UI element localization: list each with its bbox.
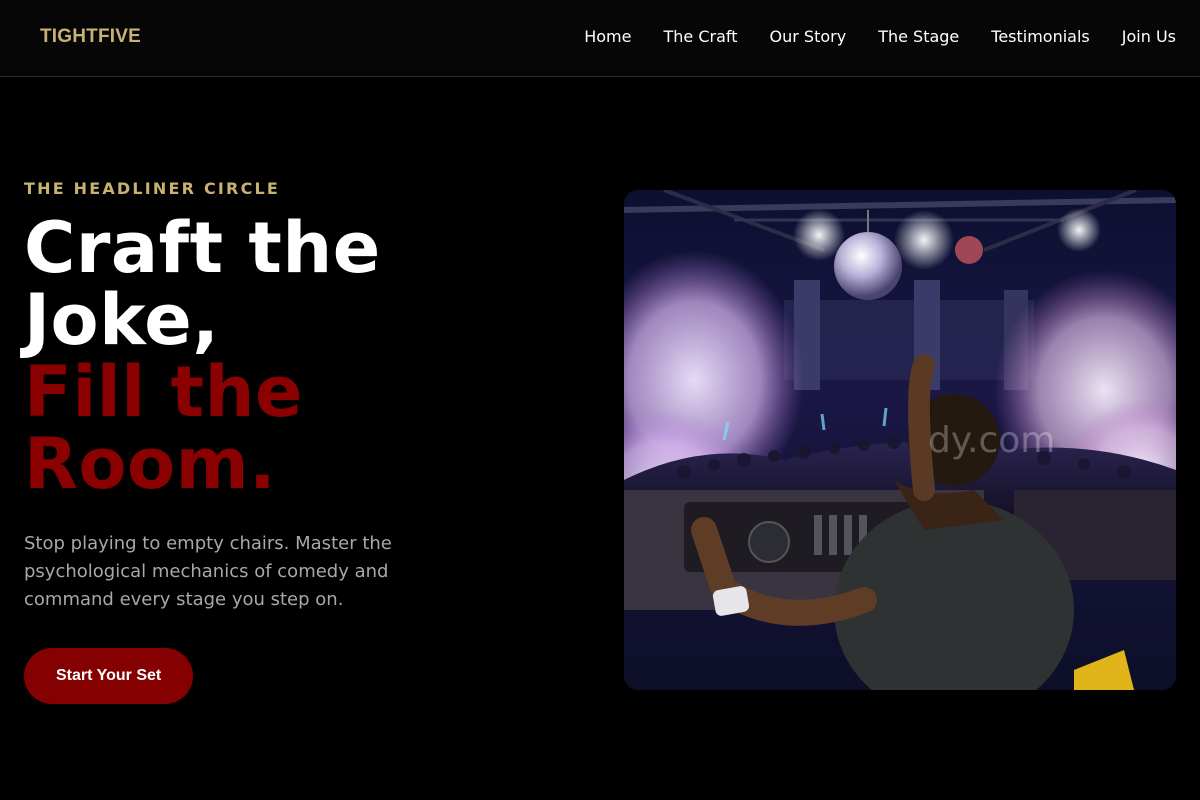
hero-eyebrow: THE HEADLINER CIRCLE — [24, 179, 281, 198]
nav-link-the-stage[interactable]: The Stage — [878, 27, 959, 47]
nav-link-home[interactable]: Home — [584, 27, 631, 47]
hero-headline: Craft the Joke, Fill the Room. — [24, 212, 544, 500]
brand-logo[interactable]: TIGHTFIVE — [40, 26, 141, 48]
hero-club-photo: dy.com — [624, 190, 1176, 690]
image-watermark: dy.com — [928, 420, 1055, 461]
headline-line-1: Craft the — [24, 207, 381, 289]
top-navbar: TIGHTFIVE Home The Craft Our Story The S… — [0, 0, 1200, 77]
stage-light — [894, 210, 954, 270]
nav-link-our-story[interactable]: Our Story — [770, 27, 847, 47]
nav-link-the-craft[interactable]: The Craft — [663, 27, 737, 47]
headline-line-2: Joke, — [24, 279, 220, 361]
hero-text-section: THE HEADLINER CIRCLE Craft the Joke, Fil… — [24, 178, 544, 704]
disco-ball — [834, 232, 902, 300]
nav-link-testimonials[interactable]: Testimonials — [991, 27, 1090, 47]
club-photo-illustration: dy.com — [624, 190, 1176, 690]
headline-line-3: Fill the — [24, 351, 303, 433]
start-your-set-button[interactable]: Start Your Set — [24, 648, 194, 704]
main-navigation: Home The Craft Our Story The Stage Testi… — [584, 27, 1176, 47]
hero-lead-paragraph: Stop playing to empty chairs. Master the… — [24, 533, 392, 610]
stage-light — [1057, 208, 1101, 252]
nav-link-join-us[interactable]: Join Us — [1122, 27, 1176, 47]
turntable — [748, 521, 790, 563]
headline-line-4: Room. — [24, 423, 277, 505]
